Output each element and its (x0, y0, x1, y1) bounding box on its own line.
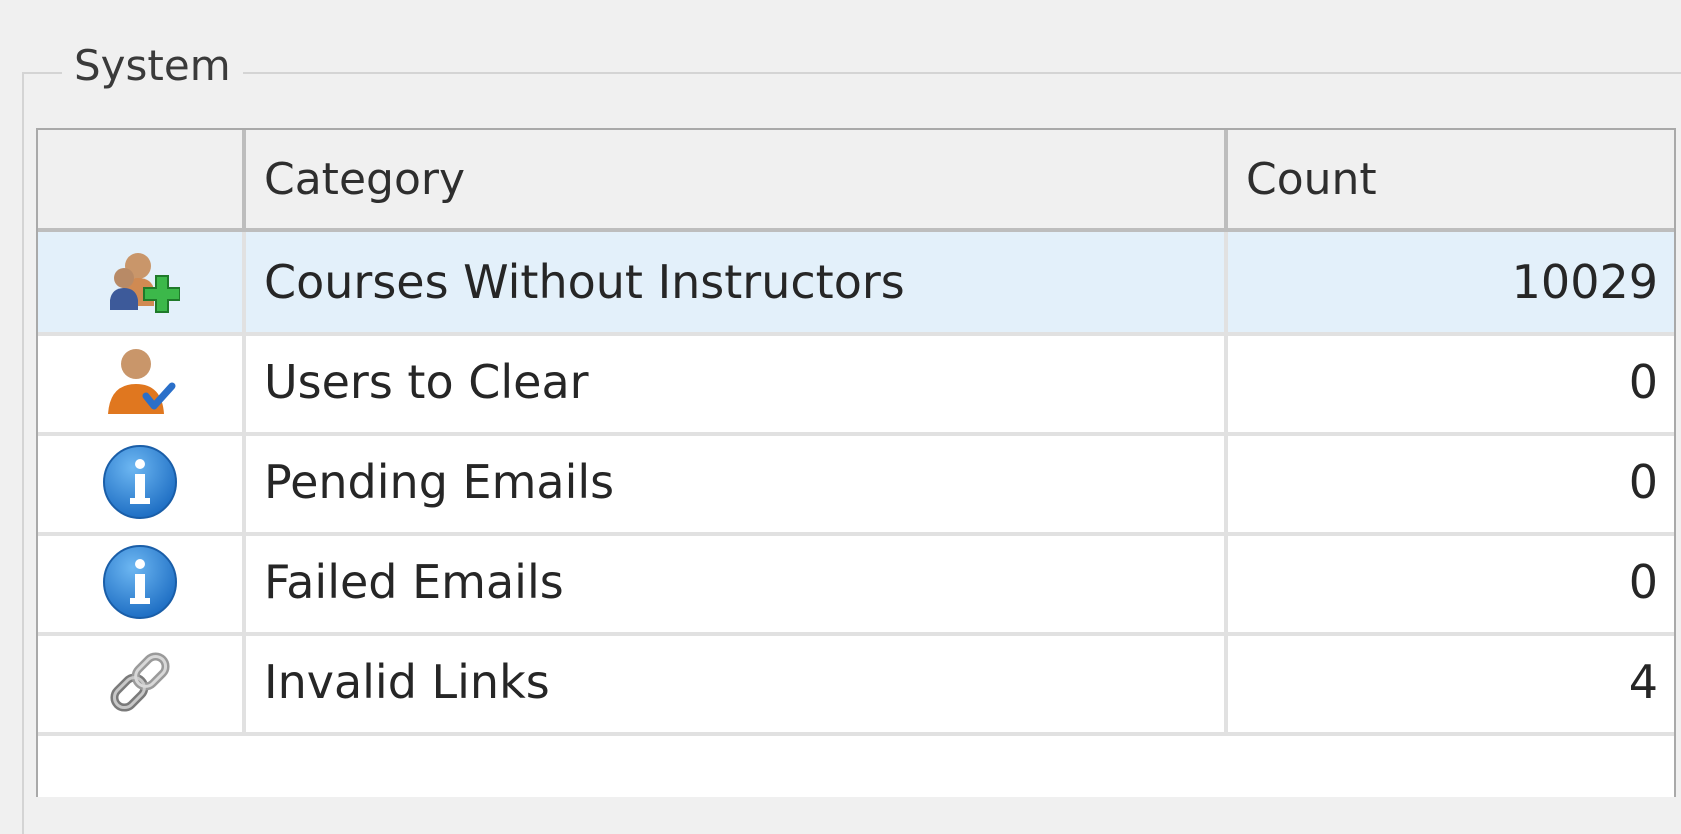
table-row[interactable]: Users to Clear 0 (38, 332, 1674, 436)
category-cell: Users to Clear (246, 332, 1228, 432)
chain-link-icon (100, 642, 180, 722)
category-cell: Courses Without Instructors (246, 232, 1228, 332)
count-cell: 0 (1628, 355, 1658, 409)
category-cell: Pending Emails (246, 432, 1228, 532)
window-frame: System Category Count Courses Without In… (0, 0, 1681, 834)
user-check-icon (100, 344, 180, 420)
table-row[interactable]: Invalid Links 4 (38, 632, 1674, 736)
category-cell: Failed Emails (246, 532, 1228, 632)
info-icon (100, 442, 180, 522)
groupbox-title: System (62, 36, 243, 96)
table-row[interactable]: Courses Without Instructors 10029 (38, 232, 1674, 336)
info-icon (100, 542, 180, 622)
column-header-count[interactable]: Count (1228, 130, 1674, 228)
count-cell: 0 (1628, 455, 1658, 509)
system-grid[interactable]: Category Count Courses Without Instructo… (36, 128, 1676, 797)
column-header-category[interactable]: Category (246, 130, 1228, 228)
category-cell: Invalid Links (246, 632, 1228, 732)
column-header-icon[interactable] (38, 130, 246, 228)
count-cell: 0 (1628, 555, 1658, 609)
count-cell: 4 (1628, 655, 1658, 709)
table-row[interactable]: Failed Emails 0 (38, 532, 1674, 636)
grid-header-row: Category Count (38, 130, 1674, 232)
user-add-icon (100, 244, 180, 320)
count-cell: 10029 (1511, 255, 1658, 309)
table-row[interactable]: Pending Emails 0 (38, 432, 1674, 536)
